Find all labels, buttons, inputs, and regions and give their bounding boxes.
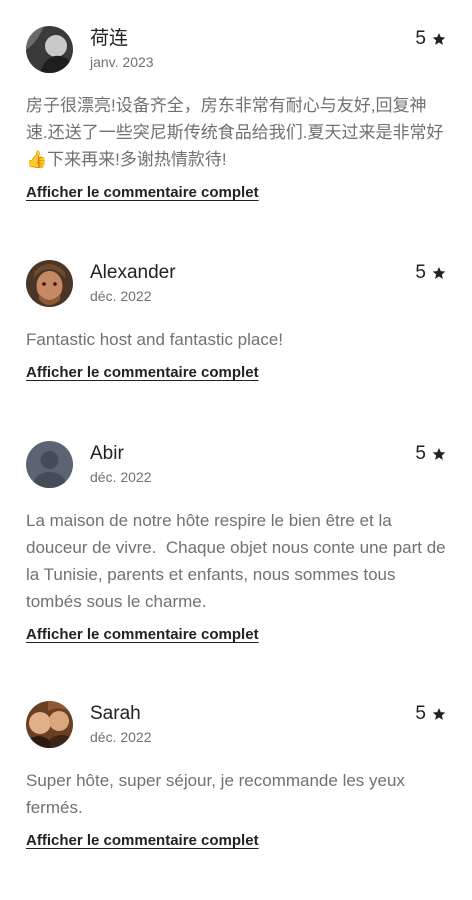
review-text: 房子很漂亮!设备齐全，房东非常有耐心与友好,回复神速.还送了一些突尼斯传统食品给… xyxy=(26,96,444,169)
review-item: Abir déc. 2022 5 La maison de notre hôte… xyxy=(26,441,446,645)
star-icon xyxy=(432,708,446,720)
show-full-comment-link[interactable]: Afficher le commentaire complet xyxy=(26,625,259,645)
review-rating: 5 xyxy=(415,701,446,727)
review-header: 荷连 janv. 2023 5 xyxy=(26,26,446,74)
default-avatar-icon[interactable] xyxy=(26,441,73,488)
user-photo-icon[interactable] xyxy=(26,260,73,307)
review-date: janv. 2023 xyxy=(90,54,154,70)
review-date: déc. 2022 xyxy=(90,729,152,745)
review-header: Sarah déc. 2022 5 xyxy=(26,701,446,749)
reviews-list: 荷连 janv. 2023 5 房子很漂亮!设备齐全，房东非常有耐心与友好,回复… xyxy=(0,0,472,900)
review-text: Super hôte, super séjour, je recommande … xyxy=(26,771,410,817)
review-rating: 5 xyxy=(415,441,446,467)
rating-value: 5 xyxy=(415,262,426,283)
review-item: Alexander déc. 2022 5 Fantastic host and… xyxy=(26,260,446,383)
review-date: déc. 2022 xyxy=(90,469,152,485)
review-date: déc. 2022 xyxy=(90,288,152,304)
review-item: Sarah déc. 2022 5 Super hôte, super séjo… xyxy=(26,701,446,851)
review-item: 荷连 janv. 2023 5 房子很漂亮!设备齐全，房东非常有耐心与友好,回复… xyxy=(26,26,446,203)
review-header: Alexander déc. 2022 5 xyxy=(26,260,446,308)
review-rating: 5 xyxy=(415,260,446,286)
show-full-comment-link[interactable]: Afficher le commentaire complet xyxy=(26,363,259,383)
reviewer-name: 荷连 xyxy=(90,28,129,49)
star-icon xyxy=(432,33,446,45)
rating-value: 5 xyxy=(415,703,426,724)
star-icon xyxy=(432,267,446,279)
user-photo-icon[interactable] xyxy=(26,26,73,73)
review-rating: 5 xyxy=(415,26,446,52)
reviewer-name: Sarah xyxy=(90,703,141,724)
rating-value: 5 xyxy=(415,443,426,464)
review-text: Fantastic host and fantastic place! xyxy=(26,330,284,349)
review-header: Abir déc. 2022 5 xyxy=(26,441,446,489)
review-text: La maison de notre hôte respire le bien … xyxy=(26,511,451,611)
show-full-comment-link[interactable]: Afficher le commentaire complet xyxy=(26,831,259,851)
star-icon xyxy=(432,448,446,460)
reviewer-name: Abir xyxy=(90,443,124,464)
show-full-comment-link[interactable]: Afficher le commentaire complet xyxy=(26,183,259,203)
user-photo-icon[interactable] xyxy=(26,701,73,748)
reviewer-name: Alexander xyxy=(90,262,176,283)
rating-value: 5 xyxy=(415,28,426,49)
